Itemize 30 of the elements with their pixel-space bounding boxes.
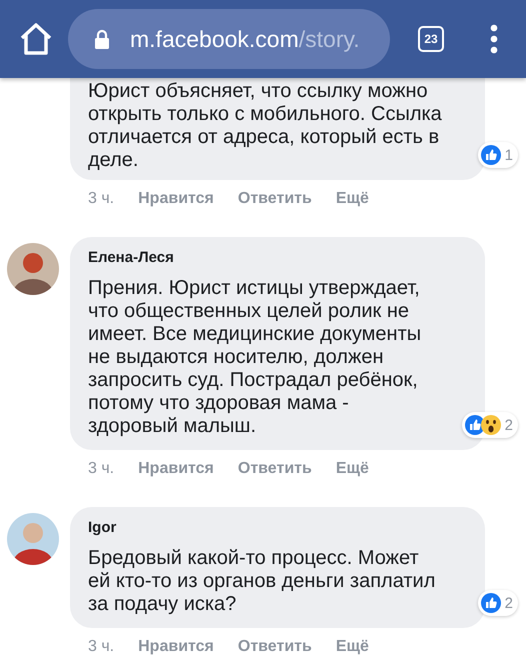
comment-action-link[interactable]: Ещё [336, 459, 369, 479]
avatar[interactable] [7, 513, 59, 565]
reaction-badge[interactable]: 2 [478, 590, 518, 616]
comment-action-link[interactable]: Ответить [238, 637, 312, 657]
url-text: m.facebook.com/story. [130, 26, 360, 52]
comment-time: 3 ч. [88, 189, 114, 209]
comment-text: Прения. Юрист истицы утверждает, что общественных целей ролик не имеет. Все медицинские документы не выдаются носителю, должен запросить суд. Пострадал ребёнок, потому что здоровая мама - здоровый малыш. [88, 277, 422, 438]
reaction-badge[interactable]: 1 [478, 142, 518, 168]
tab-count-button[interactable]: 23 [418, 26, 444, 52]
comment-action-link[interactable]: Ответить [238, 189, 312, 209]
author-name[interactable]: Елена-Леся [88, 249, 465, 267]
author-name[interactable]: Igor [88, 519, 465, 537]
comment-action-link[interactable]: Нравится [138, 459, 214, 479]
comment-text: Бредовый какой-то процесс. Может ей кто-то из органов деньги заплатил за подачу иска? [88, 547, 436, 616]
avatar[interactable] [7, 243, 59, 295]
comment-time: 3 ч. [88, 637, 114, 657]
reaction-badge[interactable]: 2 [462, 412, 518, 438]
comment-action-link[interactable]: Ещё [336, 189, 369, 209]
thumbs-up-icon [480, 593, 501, 613]
comment-action-link[interactable]: Ещё [336, 637, 369, 657]
comment-time: 3 ч. [88, 459, 114, 479]
thumbs-up-icon [480, 145, 501, 165]
address-bar[interactable]: m.facebook.com/story. [68, 9, 390, 69]
comment-text: Юрист объясняет, что ссылку можно открыть только с мобильного. Ссылка отличается от адреса, который есть в деле. [88, 80, 443, 172]
surprised-face-icon [480, 415, 501, 435]
lock-icon [94, 29, 110, 49]
menu-icon[interactable] [490, 24, 498, 54]
comment-action-link[interactable]: Нравится [138, 637, 214, 657]
comment-action-link[interactable]: Нравится [138, 189, 214, 209]
comment-action-link[interactable]: Ответить [238, 459, 312, 479]
